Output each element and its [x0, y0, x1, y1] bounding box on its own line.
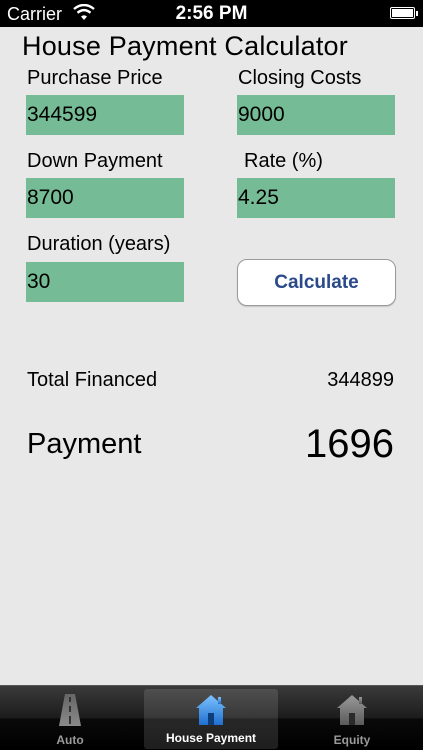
- down-payment-label: Down Payment: [27, 150, 163, 172]
- payment-value: 1696: [305, 422, 394, 466]
- tab-bar: Auto House Payment Equity: [0, 685, 423, 750]
- down-payment-field[interactable]: 8700: [26, 178, 184, 218]
- tab-equity[interactable]: Equity: [285, 686, 419, 750]
- house-icon: [196, 695, 226, 725]
- tab-house-payment[interactable]: House Payment: [144, 689, 278, 749]
- total-financed-label: Total Financed: [27, 369, 158, 391]
- tab-equity-label: Equity: [333, 733, 371, 747]
- battery-icon: [390, 7, 418, 19]
- total-financed-value: 344899: [327, 369, 394, 391]
- closing-costs-field[interactable]: 9000: [237, 95, 395, 135]
- road-icon: [59, 694, 81, 726]
- status-time: 2:56 PM: [175, 3, 248, 24]
- page-title: House Payment Calculator: [22, 31, 348, 61]
- duration-label: Duration (years): [27, 233, 171, 255]
- rate-label: Rate (%): [244, 150, 323, 172]
- purchase-price-field[interactable]: 344599: [26, 95, 184, 135]
- calculate-button[interactable]: Calculate: [237, 259, 396, 306]
- tab-house-payment-label: House Payment: [165, 731, 257, 745]
- status-bar: Carrier 2:56 PM: [0, 0, 423, 27]
- purchase-price-label: Purchase Price: [27, 67, 163, 89]
- payment-label: Payment: [27, 428, 142, 460]
- duration-field[interactable]: 30: [26, 262, 184, 302]
- tab-auto-label: Auto: [56, 733, 84, 747]
- tab-auto[interactable]: Auto: [3, 686, 137, 750]
- closing-costs-label: Closing Costs: [238, 67, 362, 89]
- house-icon: [337, 695, 367, 725]
- rate-field[interactable]: 4.25: [237, 178, 395, 218]
